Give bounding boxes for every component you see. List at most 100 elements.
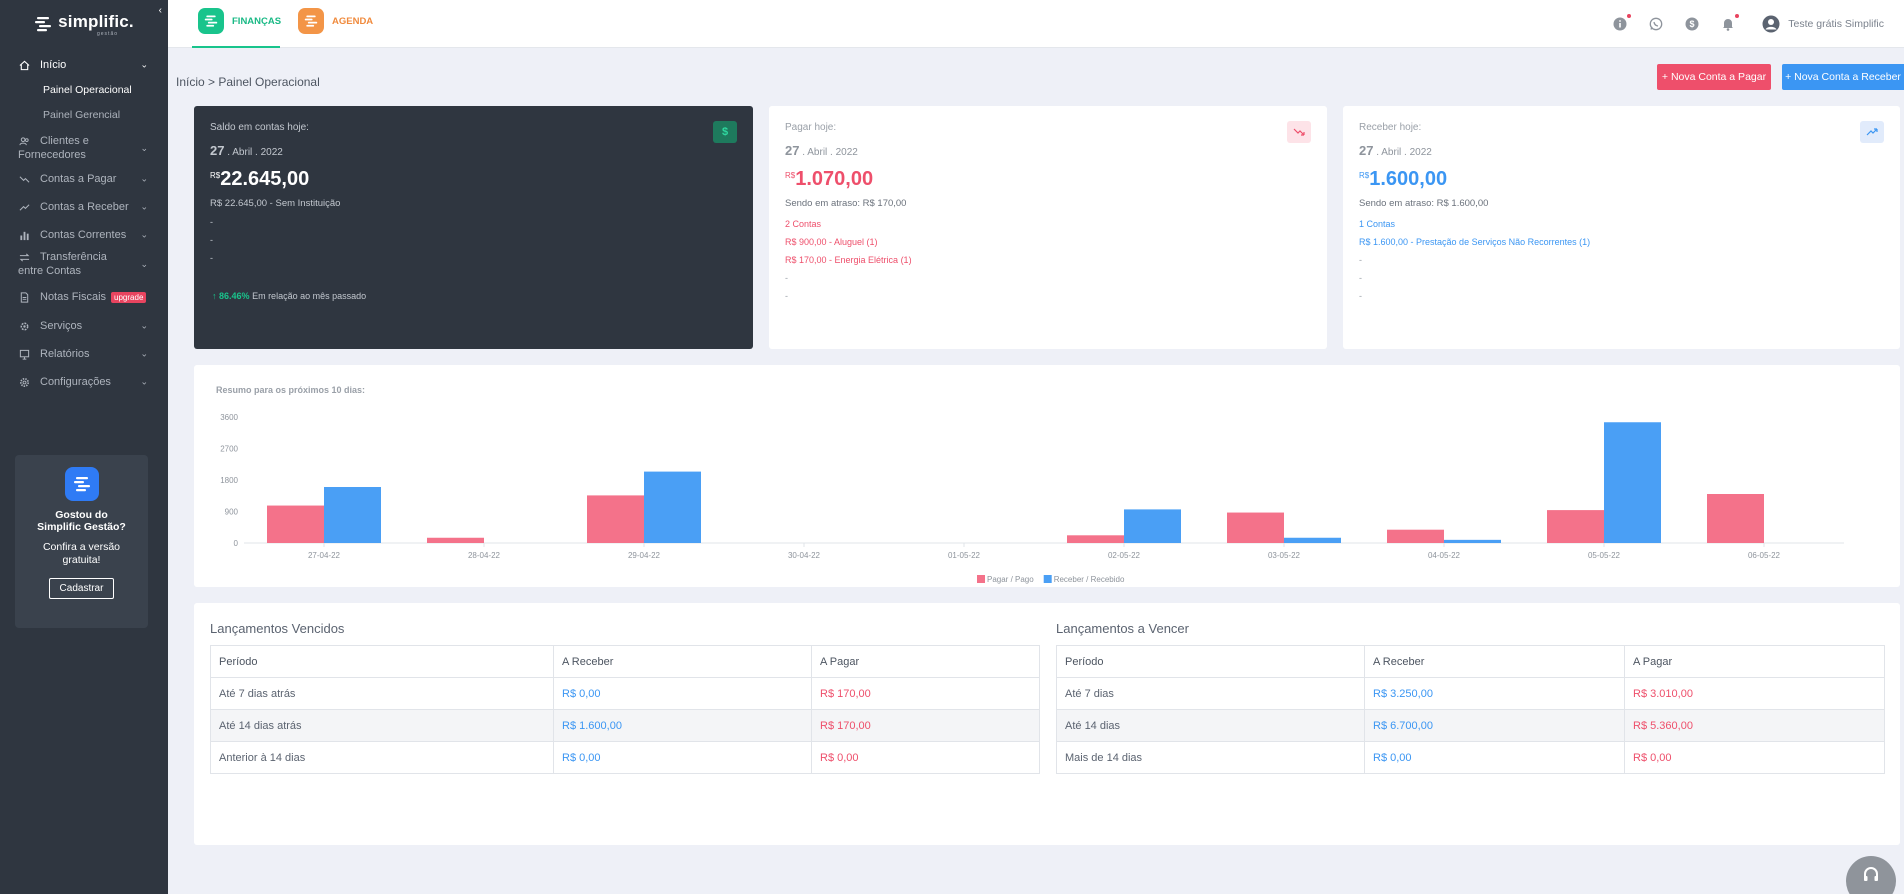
app-subname: gestão [97, 31, 119, 37]
chart-bar [587, 495, 644, 543]
receivable-cell[interactable]: R$ 0,00 [553, 677, 812, 710]
promo-card: Gostou do Simplific Gestão? Confira a ve… [15, 455, 148, 628]
sidebar-item-servicos[interactable]: Serviços ⌄ [0, 312, 168, 340]
payable-cell[interactable]: R$ 5.360,00 [1624, 709, 1885, 742]
sidebar-item-inicio[interactable]: Início ⌄ [0, 52, 168, 78]
receivable-cell[interactable]: R$ 0,00 [1364, 741, 1625, 774]
receivable-entry[interactable]: R$ 1.600,00 - Prestação de Serviços Não … [1359, 237, 1884, 247]
chart-bar [427, 537, 484, 543]
x-tick-label: 27-04-22 [308, 551, 341, 560]
card-date: 27 . Abril . 2022 [210, 143, 283, 158]
transfer-icon [18, 251, 30, 263]
chevron-down-icon: ⌄ [140, 59, 148, 70]
period-cell: Até 14 dias atrás [210, 709, 554, 742]
sidebar-subitem-painel-gerencial[interactable]: Painel Gerencial [0, 103, 168, 128]
payable-card: Pagar hoje: 27 . Abril . 2022 R$ 1.070,00… [769, 106, 1327, 349]
sidebar-item-configuracoes[interactable]: Configurações ⌄ [0, 368, 168, 396]
period-cell: Até 14 dias [1056, 709, 1365, 742]
receivable-cell[interactable]: R$ 0,00 [553, 741, 812, 774]
overdue-text: Sendo em atraso: R$ 170,00 [785, 198, 907, 209]
chart-bar [1227, 512, 1284, 543]
balance-trend: ↑ 86.46% Em relação ao mês passado [212, 291, 366, 301]
report-icon [18, 348, 30, 360]
period-cell: Anterior à 14 dias [210, 741, 554, 774]
sidebar-item-label: Clientes e Fornecedores [18, 135, 89, 161]
sidebar-item-relatorios[interactable]: Relatórios ⌄ [0, 340, 168, 368]
card-label: Saldo em contas hoje: [210, 122, 309, 133]
upgrade-badge[interactable]: upgrade [111, 291, 147, 303]
overdue-section: Lançamentos Vencidos Período A Receber A… [210, 621, 1040, 774]
sidebar-item-contas-correntes[interactable]: Contas Correntes ⌄ [0, 221, 168, 249]
app-logo[interactable]: simplific. gestão [0, 0, 168, 48]
payable-cell[interactable]: R$ 0,00 [811, 741, 1040, 774]
payable-cell[interactable]: R$ 3.010,00 [1624, 677, 1885, 710]
trend-down-icon [1287, 121, 1311, 143]
sidebar-subitem-painel-operacional[interactable]: Painel Operacional [0, 78, 168, 103]
chart-bar [267, 505, 324, 543]
topbar-icons: $ Teste grátis Simplific [1612, 0, 1884, 48]
payable-entry[interactable]: R$ 170,00 - Energia Elétrica (1) [785, 255, 1311, 265]
tables-panel: Lançamentos Vencidos Período A Receber A… [194, 603, 1900, 845]
new-payable-button[interactable]: + Nova Conta a Pagar [1657, 64, 1771, 90]
x-tick-label: 30-04-22 [788, 551, 821, 560]
module-financas[interactable]: FINANÇAS [198, 8, 281, 34]
sidebar-item-transferencia[interactable]: Transferência entre Contas ⌄ [0, 249, 168, 279]
payable-cell[interactable]: R$ 170,00 [811, 709, 1040, 742]
chevron-down-icon: ⌄ [140, 348, 148, 359]
sidebar-item-clientes[interactable]: Clientes e Fornecedores ⌄ [0, 133, 168, 163]
period-cell: Mais de 14 dias [1056, 741, 1365, 774]
whatsapp-icon[interactable] [1648, 16, 1664, 32]
sidebar-item-label: Notas Fiscais [40, 291, 107, 303]
receivable-cell[interactable]: R$ 1.600,00 [553, 709, 812, 742]
payable-entry[interactable]: R$ 900,00 - Aluguel (1) [785, 237, 1311, 247]
legend-label: Receber / Recebido [1054, 575, 1125, 584]
period-cell: Até 7 dias [1056, 677, 1365, 710]
app-badge-icon [64, 467, 99, 501]
legend-swatch [977, 575, 985, 583]
sidebar-item-notas-fiscais[interactable]: Notas Fiscais upgrade [0, 282, 168, 312]
sidebar-item-contas-receber[interactable]: Contas a Receber ⌄ [0, 193, 168, 221]
table-row: Até 7 dias atrás R$ 0,00 R$ 170,00 [210, 677, 1040, 710]
receivable-cell[interactable]: R$ 3.250,00 [1364, 677, 1625, 710]
y-tick-label: 0 [234, 539, 239, 548]
bell-icon[interactable] [1720, 14, 1740, 32]
balance-detail: R$ 22.645,00 - Sem Instituição [210, 198, 341, 209]
help-support-button[interactable] [1846, 856, 1896, 894]
chart-bar [1284, 537, 1341, 543]
table-row: Anterior à 14 dias R$ 0,00 R$ 0,00 [210, 741, 1040, 774]
chart-bar [644, 471, 701, 543]
arrow-up-icon: ↑ [212, 291, 217, 301]
user-menu[interactable]: Teste grátis Simplific [1762, 15, 1884, 33]
chevron-down-icon: ⌄ [140, 173, 148, 184]
chart-bar [1444, 539, 1501, 543]
chart-bar [1707, 494, 1764, 543]
chart-bar [1124, 509, 1181, 543]
user-avatar-icon [1762, 15, 1780, 33]
table-header-row: Período A Receber A Pagar [1056, 645, 1885, 678]
column-header: A Pagar [1624, 645, 1885, 678]
placeholder-dash: - [210, 217, 213, 227]
collapse-sidebar-icon[interactable]: ‹ [159, 5, 162, 16]
module-label: FINANÇAS [232, 15, 282, 27]
sidebar-item-contas-pagar[interactable]: Contas a Pagar ⌄ [0, 165, 168, 193]
accounts-count[interactable]: 2 Contas [785, 219, 1311, 229]
accounts-count[interactable]: 1 Contas [1359, 219, 1884, 229]
overdue-table: Período A Receber A Pagar Até 7 dias atr… [210, 645, 1040, 774]
billing-icon[interactable]: $ [1684, 16, 1700, 32]
payable-cell[interactable]: R$ 170,00 [811, 677, 1040, 710]
x-tick-label: 01-05-22 [948, 551, 981, 560]
placeholder-dash: - [785, 291, 788, 301]
payable-amount: R$ 1.070,00 [785, 168, 874, 190]
promo-title: Gostou do Simplific Gestão? [37, 509, 126, 533]
svg-text:$: $ [1690, 19, 1695, 29]
module-agenda[interactable]: AGENDA [298, 8, 373, 34]
receivable-cell[interactable]: R$ 6.700,00 [1364, 709, 1625, 742]
y-tick-label: 2700 [220, 445, 238, 454]
balance-amount: R$ 22.645,00 [210, 168, 310, 190]
info-icon[interactable] [1612, 14, 1632, 32]
trend-up-icon [1860, 121, 1884, 143]
new-receivable-button[interactable]: + Nova Conta a Receber [1782, 64, 1904, 90]
payable-cell[interactable]: R$ 0,00 [1624, 741, 1885, 774]
register-button[interactable]: Cadastrar [48, 578, 115, 599]
x-tick-label: 05-05-22 [1588, 551, 1621, 560]
